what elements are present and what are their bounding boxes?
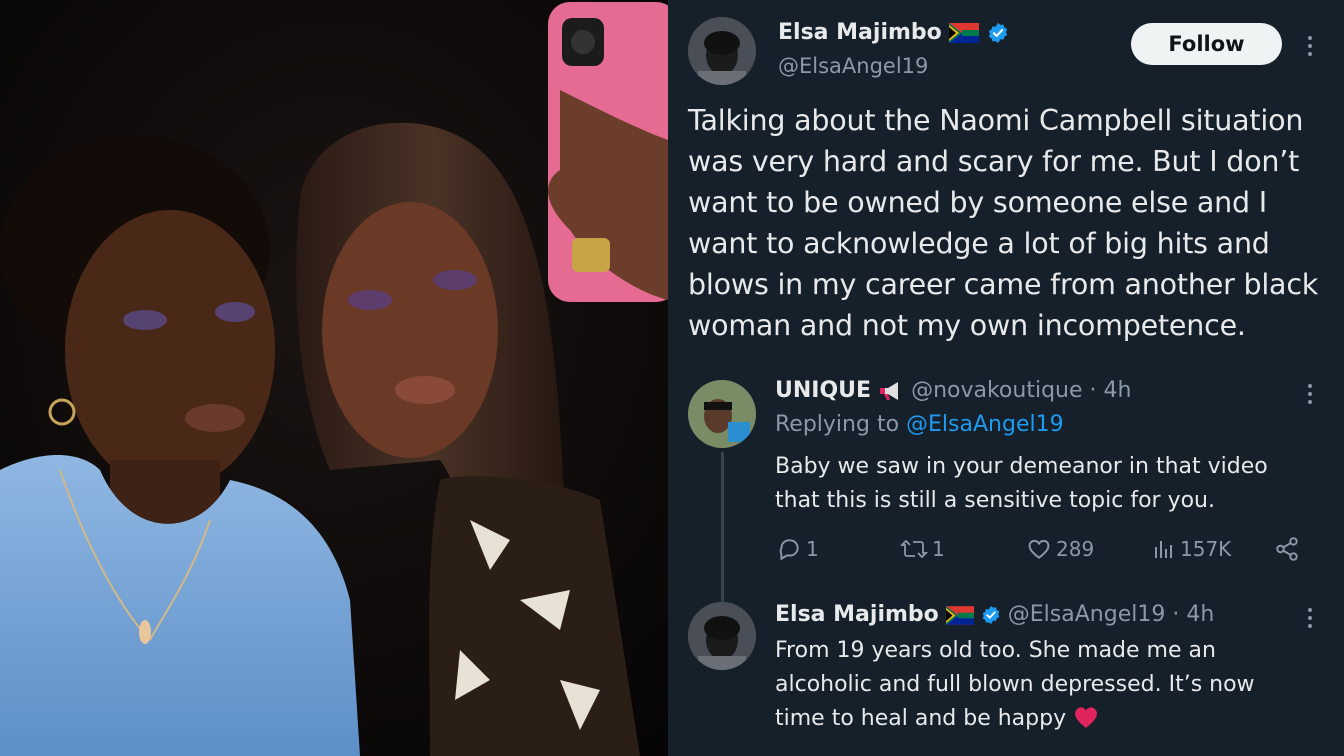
selfie-photo [0, 0, 668, 756]
views-chart-icon [1155, 541, 1172, 558]
reply2-more-icon[interactable] [1304, 608, 1316, 628]
reply2-time[interactable]: · 4h [1172, 602, 1214, 627]
reply2-avatar-image [688, 602, 756, 670]
reply-count: 1 [806, 537, 819, 561]
reply2-author-name[interactable]: Elsa Majimbo [775, 602, 939, 627]
author-name-row[interactable]: Elsa Majimbo [778, 20, 1009, 45]
share-icon [1276, 537, 1298, 561]
views-action[interactable]: 157K [1152, 536, 1231, 562]
like-action[interactable]: 289 [1026, 536, 1094, 562]
south-africa-flag-icon [945, 605, 974, 625]
reply1-handle[interactable]: @novakoutique [911, 378, 1082, 403]
reply2-handle[interactable]: @ElsaAngel19 [1008, 602, 1166, 627]
reply-icon [779, 539, 799, 561]
replying-handle-link[interactable]: @ElsaAngel19 [906, 412, 1064, 437]
share-action[interactable] [1274, 536, 1300, 562]
like-count: 289 [1056, 537, 1095, 561]
retweet-icon [900, 539, 928, 559]
verified-badge-icon [988, 22, 1008, 44]
reply1-time[interactable]: · 4h [1090, 378, 1132, 403]
replying-to: Replying to @ElsaAngel19 [775, 412, 1064, 437]
reply1-header: UNIQUE @novakoutique · 4h [775, 378, 1131, 403]
reply1-text: Baby we saw in your demeanor in that vid… [775, 454, 1268, 513]
follow-button[interactable]: Follow [1131, 23, 1282, 65]
reply1-more-icon[interactable] [1304, 384, 1316, 404]
megaphone-icon [880, 382, 899, 400]
tweet-panel: Elsa Majimbo @ElsaAngel19 Follow Talking… [668, 0, 1344, 756]
reply1-avatar[interactable] [688, 380, 756, 448]
reply2-avatar[interactable] [688, 602, 756, 670]
south-africa-flag-icon [949, 23, 980, 43]
author-handle[interactable]: @ElsaAngel19 [778, 54, 928, 78]
photo [0, 0, 668, 756]
reply1-avatar-image [688, 380, 756, 448]
heart-outline-icon [1028, 539, 1050, 559]
reply1-author-name[interactable]: UNIQUE [775, 378, 871, 403]
replying-prefix: Replying to [775, 412, 900, 437]
author-avatar[interactable] [688, 17, 756, 85]
retweet-action[interactable]: 1 [900, 536, 945, 562]
retweet-count: 1 [932, 537, 945, 561]
reply2-text: From 19 years old too. She made me an al… [775, 638, 1255, 731]
red-heart-icon [1075, 707, 1098, 728]
avatar-image [688, 17, 756, 85]
tweet-text: Talking about the Naomi Campbell situati… [688, 104, 1319, 342]
reply2-header: Elsa Majimbo @ElsaAngel19 · 4h [775, 602, 1214, 627]
thread-line [721, 452, 724, 602]
reply-action[interactable]: 1 [776, 536, 819, 562]
more-options-icon[interactable] [1304, 36, 1316, 56]
reply2-body: From 19 years old too. She made me an al… [775, 634, 1305, 736]
author-name[interactable]: Elsa Majimbo [778, 20, 942, 45]
views-count: 157K [1180, 537, 1232, 561]
verified-badge-icon [982, 605, 1000, 625]
